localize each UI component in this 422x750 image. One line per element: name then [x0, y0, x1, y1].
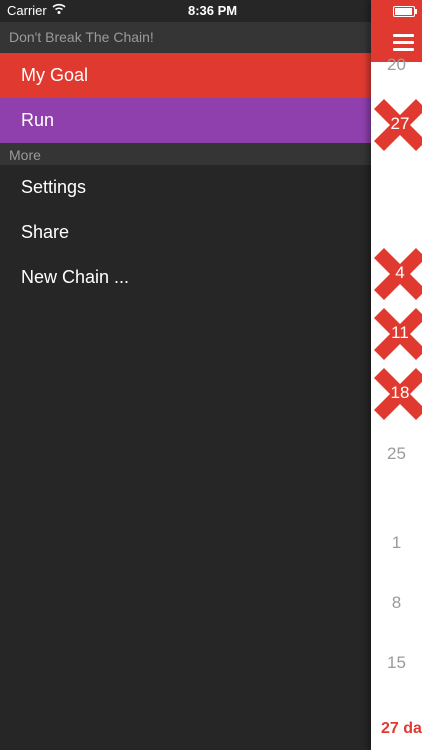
app-title: Don't Break The Chain! [9, 29, 154, 45]
day-number: 11 [391, 323, 409, 342]
calendar-day[interactable]: 15 [371, 653, 422, 673]
menu-item-chain-run[interactable]: Run [0, 98, 371, 143]
day-number: 18 [390, 383, 410, 402]
section-label: More [9, 147, 41, 163]
calendar-day-marked[interactable]: 27 [374, 99, 422, 151]
calendar-day[interactable]: 20 [371, 55, 422, 75]
side-menu: Don't Break The Chain! My Goal Run More … [0, 22, 371, 750]
calendar-day-marked[interactable]: 18 [374, 368, 422, 420]
carrier-label: Carrier [7, 3, 47, 18]
time-label: 8:36 PM [188, 3, 238, 18]
calendar-header-bar [371, 0, 422, 62]
menu-item-share[interactable]: Share [0, 210, 371, 255]
battery-icon [393, 6, 417, 17]
streak-counter: 27 da [381, 720, 422, 737]
calendar-day-marked[interactable]: 4 [374, 248, 422, 300]
calendar-day-marked[interactable]: 11 [374, 308, 422, 360]
hamburger-icon[interactable] [393, 34, 414, 52]
wifi-icon [52, 3, 66, 18]
status-bar: Carrier 8:36 PM [0, 0, 371, 22]
calendar-day[interactable]: 25 [371, 444, 422, 464]
section-header-more: More [0, 143, 371, 165]
day-number: 4 [395, 263, 405, 282]
day-number: 27 [390, 114, 410, 133]
calendar-day[interactable]: 1 [371, 533, 422, 553]
menu-item-my-goal[interactable]: My Goal [0, 53, 371, 98]
calendar-panel[interactable]: 20 27 4 11 18 25 1 8 15 27 da [371, 0, 422, 750]
menu-item-new-chain[interactable]: New Chain ... [0, 255, 371, 300]
menu-item-settings[interactable]: Settings [0, 165, 371, 210]
calendar-day[interactable]: 8 [371, 593, 422, 613]
menu-header: Don't Break The Chain! [0, 22, 371, 53]
